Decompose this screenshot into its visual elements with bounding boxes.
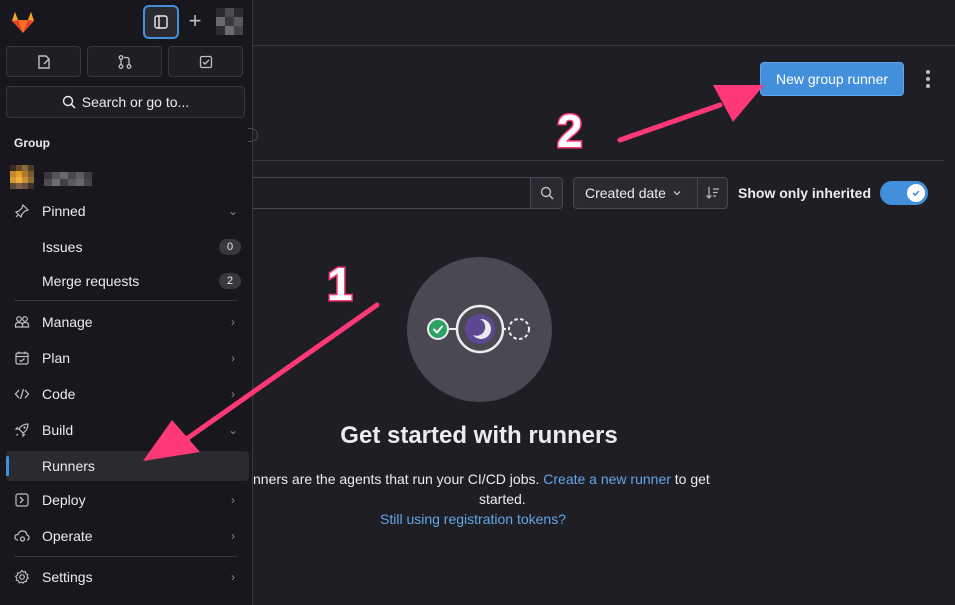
toggle-knob (907, 184, 925, 202)
sidebar-item-label: Merge requests (42, 273, 140, 289)
show-inherited-label: Show only inherited (738, 185, 872, 201)
empty-state-desc-line2: started. (479, 491, 526, 507)
sort-lowest-icon (705, 187, 719, 199)
merge-requests-button[interactable] (87, 46, 162, 77)
sidebar-item-label: Deploy (42, 492, 86, 508)
code-icon (14, 386, 30, 402)
sidebar-item-label: Code (42, 386, 76, 402)
chevron-down-icon: ⌄ (227, 204, 239, 218)
chevron-down-icon: ⌄ (227, 423, 239, 437)
tab-count-badge (248, 128, 258, 142)
filter-search-input[interactable] (253, 177, 531, 209)
todo-checkbox-icon (199, 55, 212, 68)
sidebar-item-label: Runners (42, 458, 95, 474)
sidebar-item-label: Manage (42, 314, 93, 330)
todos-button[interactable] (168, 46, 243, 77)
sidebar-item-label: Settings (42, 569, 93, 585)
gitlab-logo-icon[interactable] (10, 9, 36, 35)
registration-tokens-link[interactable]: Still using registration tokens? (380, 511, 566, 527)
chevron-right-icon: › (231, 493, 235, 507)
merge-request-icon (118, 54, 131, 69)
empty-state-title: Get started with runners (340, 422, 618, 449)
chevron-right-icon: › (231, 351, 235, 365)
sidebar: + Search or go to... Group Pinned ⌄ Issu… (0, 0, 253, 605)
check-icon (912, 190, 920, 197)
more-actions-kebab-icon[interactable] (920, 68, 936, 90)
show-inherited-toggle[interactable] (880, 181, 928, 205)
sidebar-divider (14, 300, 237, 301)
sidebar-item-code[interactable]: Code › (6, 379, 249, 409)
sidebar-item-merge-requests[interactable]: Merge requests 2 (6, 266, 249, 296)
chevron-right-icon: › (231, 315, 235, 329)
empty-state-desc-prefix: nners are the agents that run your CI/CD… (253, 471, 544, 487)
sort-label: Created date (585, 185, 666, 201)
sidebar-item-label: Pinned (42, 203, 86, 219)
new-group-runner-button[interactable]: New group runner (760, 62, 904, 96)
sidebar-item-label: Issues (42, 239, 83, 255)
rocket-icon (14, 422, 30, 438)
deploy-icon (14, 492, 30, 508)
empty-state-line1: nners are the agents that run your CI/CD… (253, 469, 710, 489)
group-avatar[interactable] (10, 165, 36, 191)
chevron-right-icon: › (231, 387, 235, 401)
toggle-sidebar-button[interactable] (143, 5, 179, 39)
search-icon (62, 95, 76, 109)
count-badge: 2 (219, 273, 241, 289)
annotation-step-2: 2 (556, 104, 585, 159)
sidebar-divider (14, 556, 237, 557)
sidebar-panel-icon (154, 15, 168, 29)
runners-empty-illustration (407, 257, 552, 402)
chevron-right-icon: › (231, 570, 235, 584)
sidebar-item-runners[interactable]: Runners (6, 451, 249, 481)
empty-state-desc-suffix: to get (670, 471, 710, 487)
search-label: Search or go to... (81, 94, 190, 110)
user-avatar[interactable] (216, 8, 244, 36)
sidebar-item-build[interactable]: Build ⌄ (6, 415, 249, 445)
users-icon (14, 314, 30, 330)
search-button[interactable]: Search or go to... (6, 86, 245, 118)
annotation-step-1: 1 (326, 257, 355, 312)
gear-icon (14, 569, 30, 585)
sidebar-item-label: Build (42, 422, 74, 438)
sort-direction-button[interactable] (697, 177, 728, 209)
create-new-runner-link[interactable]: Create a new runner (543, 471, 671, 487)
tabs-divider (253, 160, 944, 161)
topbar-border (253, 45, 955, 46)
quick-actions (6, 46, 243, 77)
chevron-down-icon (673, 191, 681, 196)
calendar-icon (14, 350, 30, 366)
sidebar-item-deploy[interactable]: Deploy › (6, 485, 249, 515)
sidebar-item-operate[interactable]: Operate › (6, 521, 249, 551)
sidebar-item-label: Operate (42, 528, 93, 544)
sidebar-item-pinned[interactable]: Pinned ⌄ (6, 196, 249, 226)
filter-search-button[interactable] (530, 177, 563, 209)
issues-icon (37, 54, 50, 69)
sidebar-item-plan[interactable]: Plan › (6, 343, 249, 373)
annotation-arrow-2 (617, 85, 764, 143)
group-name-redacted[interactable] (44, 172, 92, 186)
sort-dropdown[interactable]: Created date (573, 177, 698, 209)
assigned-issues-button[interactable] (6, 46, 81, 77)
sidebar-item-label: Plan (42, 350, 71, 366)
sidebar-item-issues[interactable]: Issues 0 (6, 232, 249, 262)
pin-icon (14, 203, 30, 219)
context-section-title: Group (14, 136, 50, 150)
sidebar-item-settings[interactable]: Settings › (6, 562, 249, 592)
cloud-gear-icon (14, 528, 30, 544)
sidebar-item-manage[interactable]: Manage › (6, 307, 249, 337)
chevron-right-icon: › (231, 529, 235, 543)
count-badge: 0 (219, 239, 241, 255)
create-new-plus-icon[interactable]: + (185, 10, 205, 34)
search-icon (540, 186, 554, 200)
